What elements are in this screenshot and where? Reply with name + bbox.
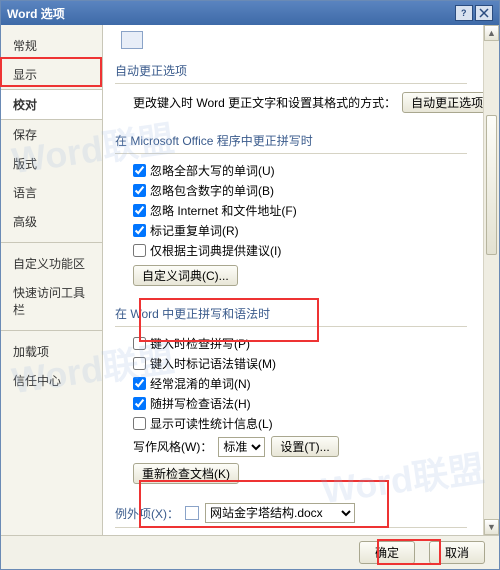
sidebar-item-customize-ribbon[interactable]: 自定义功能区 bbox=[1, 249, 102, 278]
sidebar-item-language[interactable]: 语言 bbox=[1, 178, 102, 207]
section-word-header: 在 Word 中更正拼写和语法时 bbox=[115, 301, 467, 327]
sidebar: 常规 显示 校对 保存 版式 语言 高级 自定义功能区 快速访问工具栏 加载项 … bbox=[1, 25, 103, 535]
main-panel: 自动更正选项 更改键入时 Word 更正文字和设置其格式的方式： 自动更正选项(… bbox=[103, 25, 499, 535]
writing-style-select[interactable]: 标准 bbox=[218, 437, 265, 457]
chk-flag-repeated[interactable] bbox=[133, 224, 146, 237]
chk-ignore-internet[interactable] bbox=[133, 204, 146, 217]
sidebar-item-general[interactable]: 常规 bbox=[1, 31, 102, 60]
cancel-button[interactable]: 取消 bbox=[429, 541, 485, 564]
chk-main-dict-only[interactable] bbox=[133, 244, 146, 257]
sidebar-item-quick-access[interactable]: 快速访问工具栏 bbox=[1, 278, 102, 324]
scroll-down-icon[interactable]: ▼ bbox=[484, 519, 499, 535]
opt-ignore-internet[interactable]: 忽略 Internet 和文件地址(F) bbox=[133, 202, 297, 219]
section-autocorrect-header: 自动更正选项 bbox=[115, 58, 467, 84]
sidebar-item-trust-center[interactable]: 信任中心 bbox=[1, 366, 102, 395]
window-title: Word 选项 bbox=[7, 5, 453, 22]
options-dialog: Word 选项 ? 常规 显示 校对 保存 版式 语言 高级 自定义功能区 快速… bbox=[0, 0, 500, 570]
custom-dict-button[interactable]: 自定义词典(C)... bbox=[133, 265, 238, 286]
close-icon[interactable] bbox=[475, 5, 493, 21]
chk-ignore-numbers[interactable] bbox=[133, 184, 146, 197]
scroll-area: 自动更正选项 更改键入时 Word 更正文字和设置其格式的方式： 自动更正选项(… bbox=[103, 25, 499, 535]
vertical-scrollbar[interactable]: ▲ ▼ bbox=[483, 25, 499, 535]
sidebar-item-save[interactable]: 保存 bbox=[1, 120, 102, 149]
sidebar-item-advanced[interactable]: 高级 bbox=[1, 207, 102, 236]
sidebar-item-layout[interactable]: 版式 bbox=[1, 149, 102, 178]
svg-text:?: ? bbox=[461, 8, 467, 18]
opt-mark-grammar-typing[interactable]: 键入时标记语法错误(M) bbox=[133, 355, 276, 372]
autocorrect-desc: 更改键入时 Word 更正文字和设置其格式的方式： bbox=[133, 94, 396, 111]
opt-ignore-numbers[interactable]: 忽略包含数字的单词(B) bbox=[133, 182, 274, 199]
scroll-up-icon[interactable]: ▲ bbox=[484, 25, 499, 41]
opt-confused-words[interactable]: 经常混淆的单词(N) bbox=[133, 375, 251, 392]
chk-grammar-with-spelling[interactable] bbox=[133, 397, 146, 410]
writing-style-label: 写作风格(W)： bbox=[133, 438, 212, 455]
section-except-header: 例外项(X)： 网站金字塔结构.docx bbox=[115, 499, 467, 528]
section-office-header: 在 Microsoft Office 程序中更正拼写时 bbox=[115, 128, 467, 154]
chk-readability-stats[interactable] bbox=[133, 417, 146, 430]
opt-readability-stats[interactable]: 显示可读性统计信息(L) bbox=[133, 415, 273, 432]
chk-mark-grammar-typing[interactable] bbox=[133, 357, 146, 370]
chk-ignore-uppercase[interactable] bbox=[133, 164, 146, 177]
opt-check-spelling-typing[interactable]: 键入时检查拼写(P) bbox=[133, 335, 250, 352]
recheck-doc-button[interactable]: 重新检查文档(K) bbox=[133, 463, 239, 484]
button-bar: 确定 取消 bbox=[1, 535, 499, 569]
opt-grammar-with-spelling[interactable]: 随拼写检查语法(H) bbox=[133, 395, 251, 412]
sidebar-item-addins[interactable]: 加载项 bbox=[1, 337, 102, 366]
dialog-body: 常规 显示 校对 保存 版式 语言 高级 自定义功能区 快速访问工具栏 加载项 … bbox=[1, 25, 499, 535]
scroll-thumb[interactable] bbox=[486, 115, 497, 255]
opt-main-dict-only[interactable]: 仅根据主词典提供建议(I) bbox=[133, 242, 281, 259]
doc-icon bbox=[185, 506, 199, 520]
proofing-icon bbox=[121, 31, 143, 49]
except-doc-select[interactable]: 网站金字塔结构.docx bbox=[205, 503, 355, 523]
settings-button[interactable]: 设置(T)... bbox=[271, 436, 338, 457]
opt-flag-repeated[interactable]: 标记重复单词(R) bbox=[133, 222, 239, 239]
titlebar: Word 选项 ? bbox=[1, 1, 499, 25]
except-title: 例外项(X)： bbox=[115, 505, 179, 522]
chk-check-spelling-typing[interactable] bbox=[133, 337, 146, 350]
opt-ignore-uppercase[interactable]: 忽略全部大写的单词(U) bbox=[133, 162, 275, 179]
sidebar-item-proofing[interactable]: 校对 bbox=[1, 89, 102, 120]
separator bbox=[1, 242, 102, 243]
help-icon[interactable]: ? bbox=[455, 5, 473, 21]
sidebar-item-display[interactable]: 显示 bbox=[1, 60, 102, 89]
ok-button[interactable]: 确定 bbox=[359, 541, 415, 564]
separator bbox=[1, 330, 102, 331]
chk-confused-words[interactable] bbox=[133, 377, 146, 390]
